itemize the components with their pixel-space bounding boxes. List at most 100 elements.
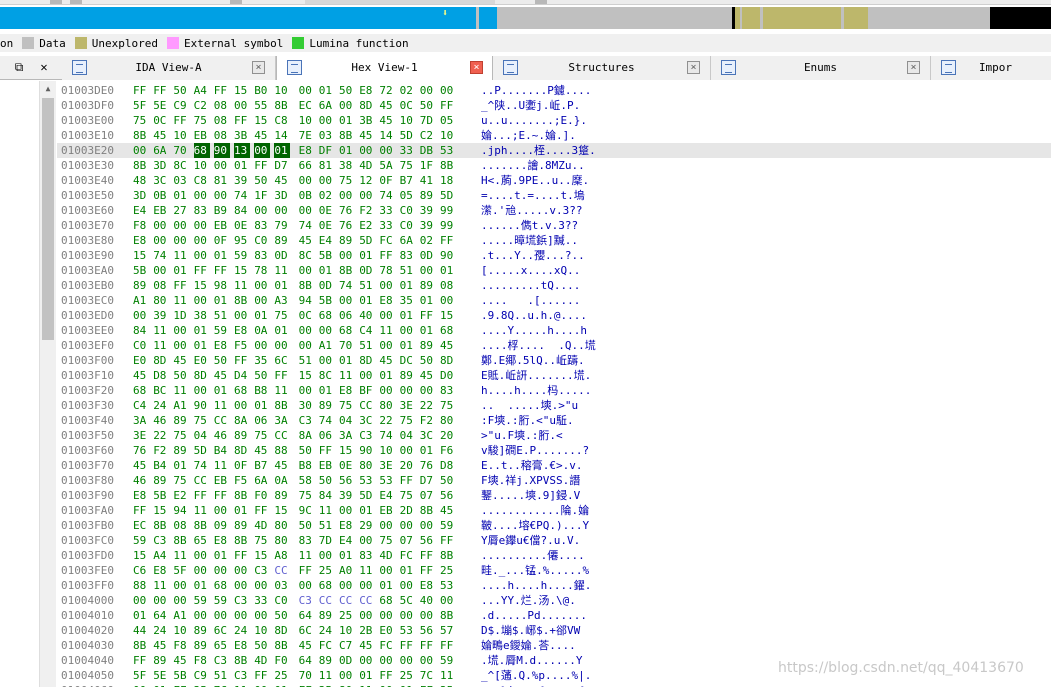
hex-byte[interactable]: 45: [153, 638, 169, 653]
hex-byte[interactable]: 68: [319, 578, 335, 593]
hex-byte[interactable]: 83: [440, 383, 456, 398]
hex-byte[interactable]: 00: [299, 203, 315, 218]
hex-byte[interactable]: C0: [400, 218, 416, 233]
hex-byte[interactable]: 00: [153, 218, 169, 233]
hex-byte[interactable]: 4D: [254, 653, 270, 668]
hex-byte[interactable]: FF: [400, 638, 416, 653]
hex-byte[interactable]: 01: [194, 338, 210, 353]
hex-byte[interactable]: 00: [319, 113, 335, 128]
hex-byte[interactable]: 00: [379, 338, 395, 353]
tab-hex-view-1[interactable]: Hex View-1 ×: [276, 56, 493, 80]
hex-byte[interactable]: 0D: [420, 248, 436, 263]
hex-byte[interactable]: EB: [319, 458, 335, 473]
hex-byte[interactable]: 5E: [153, 668, 169, 683]
hex-byte[interactable]: EB: [194, 128, 210, 143]
hex-byte[interactable]: B4: [153, 458, 169, 473]
hex-byte[interactable]: 15: [133, 248, 149, 263]
hex-byte[interactable]: 46: [153, 413, 169, 428]
hex-byte[interactable]: 68: [234, 383, 250, 398]
hex-byte[interactable]: 00: [379, 518, 395, 533]
hex-byte[interactable]: FF: [173, 683, 189, 687]
hex-byte[interactable]: C0: [400, 203, 416, 218]
hex-byte[interactable]: 41: [420, 173, 436, 188]
hex-byte[interactable]: 11: [173, 293, 189, 308]
hex-byte[interactable]: 5D: [440, 188, 456, 203]
hex-byte[interactable]: 3E: [400, 398, 416, 413]
hex-byte[interactable]: 46: [214, 428, 230, 443]
hex-byte[interactable]: CC: [339, 593, 355, 608]
hex-byte[interactable]: 83: [359, 548, 375, 563]
hex-byte[interactable]: 83: [400, 248, 416, 263]
hex-byte[interactable]: 75: [194, 113, 210, 128]
hex-byte[interactable]: 81: [214, 173, 230, 188]
hex-byte[interactable]: D0: [440, 368, 456, 383]
hex-byte[interactable]: 00: [173, 323, 189, 338]
hex-byte[interactable]: 81: [319, 158, 335, 173]
hex-row[interactable]: 01003E60 E4 EB 27 83 B9 84 00 00 00 0E 76 F2 33 C0 39 99…: [57, 203, 1051, 218]
hex-byte[interactable]: 0F: [234, 458, 250, 473]
hex-byte[interactable]: 51: [400, 263, 416, 278]
hex-byte[interactable]: A1: [173, 398, 189, 413]
hex-byte[interactable]: C3: [359, 428, 375, 443]
tab-close-icon[interactable]: ×: [687, 61, 700, 74]
hex-byte[interactable]: 89: [153, 653, 169, 668]
hex-byte[interactable]: FF: [400, 473, 416, 488]
hex-byte[interactable]: 00: [173, 338, 189, 353]
hex-byte[interactable]: E8: [214, 338, 230, 353]
hex-byte[interactable]: 75: [379, 533, 395, 548]
hex-byte[interactable]: 8B: [194, 518, 210, 533]
hex-byte[interactable]: FF: [319, 443, 335, 458]
hex-byte[interactable]: E0: [133, 353, 149, 368]
hex-byte[interactable]: 45: [214, 368, 230, 383]
hex-byte[interactable]: 3A: [133, 413, 149, 428]
hex-byte[interactable]: 00: [440, 83, 456, 98]
hex-byte[interactable]: 25: [319, 563, 335, 578]
hex-row[interactable]: 01003F60 76 F2 89 5D B4 8D 45 88 50 FF 15 90 10 00 01 F6…: [57, 443, 1051, 458]
hex-byte[interactable]: 59: [194, 593, 210, 608]
hex-byte[interactable]: 53: [359, 473, 375, 488]
hex-byte[interactable]: 75: [400, 488, 416, 503]
hex-byte[interactable]: 08: [153, 278, 169, 293]
hex-byte[interactable]: 00: [133, 593, 149, 608]
hex-byte[interactable]: 01: [319, 383, 335, 398]
hex-byte[interactable]: 25: [194, 683, 210, 687]
hex-byte[interactable]: 00: [234, 578, 250, 593]
hex-byte[interactable]: 50: [274, 608, 290, 623]
hex-byte[interactable]: 01: [400, 278, 416, 293]
hex-byte[interactable]: 25: [440, 683, 456, 687]
hex-byte[interactable]: 20: [440, 428, 456, 443]
hex-byte[interactable]: 5D: [194, 443, 210, 458]
hex-byte[interactable]: 50: [299, 518, 315, 533]
hex-byte[interactable]: C7: [339, 638, 355, 653]
hex-byte[interactable]: 00: [234, 98, 250, 113]
hex-byte[interactable]: 6A: [254, 473, 270, 488]
hex-byte[interactable]: 80: [339, 683, 355, 687]
hex-byte[interactable]: B0: [254, 83, 270, 98]
hex-byte[interactable]: B7: [254, 458, 270, 473]
scroll-up-icon[interactable]: ▲: [40, 83, 56, 95]
hex-byte[interactable]: C0: [254, 233, 270, 248]
hex-byte[interactable]: 3C: [420, 428, 436, 443]
hex-byte[interactable]: 07: [420, 488, 436, 503]
hex-byte[interactable]: BF: [359, 383, 375, 398]
hex-byte[interactable]: F8: [173, 638, 189, 653]
hex-byte[interactable]: 00: [133, 143, 149, 158]
hex-byte[interactable]: 14: [274, 128, 290, 143]
navigation-band[interactable]: ⬇: [0, 7, 1051, 29]
hex-byte[interactable]: 0E: [319, 203, 335, 218]
hex-byte[interactable]: 10: [173, 623, 189, 638]
hex-byte[interactable]: F5: [234, 473, 250, 488]
hex-byte[interactable]: 3C: [153, 173, 169, 188]
hex-byte[interactable]: 45: [299, 638, 315, 653]
hex-byte[interactable]: 64: [299, 608, 315, 623]
hex-byte[interactable]: FF: [420, 563, 436, 578]
tab-impor[interactable]: Impor: [931, 56, 1051, 80]
hex-byte[interactable]: 45: [379, 98, 395, 113]
hex-byte[interactable]: 00: [153, 233, 169, 248]
hex-byte[interactable]: 6A: [153, 143, 169, 158]
hex-byte[interactable]: 00: [400, 383, 416, 398]
hex-byte[interactable]: 83: [194, 203, 210, 218]
hex-byte[interactable]: 88: [133, 578, 149, 593]
dock-icon[interactable]: ⧉: [12, 60, 26, 74]
hex-byte[interactable]: 09: [214, 518, 230, 533]
